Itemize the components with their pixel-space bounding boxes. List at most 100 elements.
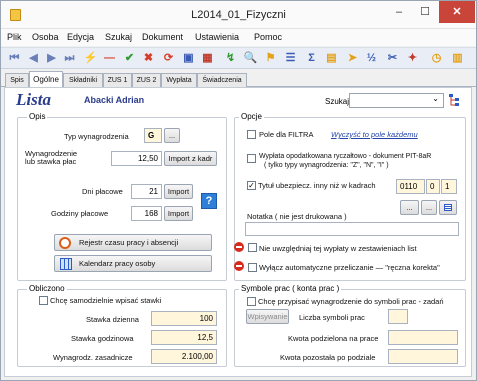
edit-icon[interactable]: ⚡	[83, 51, 98, 66]
menu-dokument[interactable]: Dokument	[142, 32, 183, 42]
delete-icon[interactable]: —	[102, 51, 117, 66]
wylacz-checkbox[interactable]	[248, 263, 257, 272]
first-record-icon[interactable]: ⏮	[7, 51, 22, 66]
tab-zus2[interactable]: ZUS 2	[132, 73, 161, 87]
typ-field[interactable]: G	[144, 128, 162, 143]
wylacz-label: Wyłącz automatyczne przeliczanie — "ręcz…	[259, 263, 440, 272]
ryczalt-label-1: Wypłata opodatkowana ryczałtowo - dokume…	[259, 153, 432, 160]
app-window: L2014_01_Fizyczni – ☐ ✕ Plik Osoba Edycj…	[0, 0, 477, 381]
kwota-podz-field[interactable]	[388, 330, 458, 345]
menu-bar: Plik Osoba Edycja Szukaj Dokument Ustawi…	[1, 29, 476, 46]
refresh-icon[interactable]: ⟳	[161, 51, 176, 66]
dni-label: Dni płacowe	[82, 187, 123, 196]
clock-icon[interactable]: ◷	[429, 51, 444, 66]
code-button-1[interactable]: ...	[400, 200, 419, 215]
import-kadr-button[interactable]: Import z kadr	[164, 151, 217, 166]
tytul-checkbox[interactable]: ✓	[247, 181, 256, 190]
search-icon[interactable]: 🔍	[243, 51, 258, 66]
menu-osoba[interactable]: Osoba	[32, 32, 59, 42]
help-icon[interactable]: ?	[201, 193, 217, 209]
rejestr-button[interactable]: Rejestr czasu pracy i absencji	[54, 234, 212, 251]
wyczysc-link[interactable]: Wyczyść to pole każdemu	[331, 130, 418, 139]
godz-label: Godziny płacowe	[51, 209, 109, 218]
tree-view-icon[interactable]	[448, 93, 460, 107]
code-list-button[interactable]	[439, 200, 457, 215]
save-icon[interactable]: ▣	[181, 51, 196, 66]
tab-swiadczenia[interactable]: Świadczenia	[197, 73, 247, 87]
code-field-2[interactable]: 0	[426, 179, 440, 194]
tytul-label: Tytuł ubezpiecz. inny niż w kadrach	[258, 181, 376, 190]
prev-record-icon[interactable]: ◀	[26, 51, 41, 66]
tab-strip: Spis Ogólne Składniki ZUS 1 ZUS 2 Wypłat…	[1, 70, 476, 88]
notatka-field[interactable]	[245, 222, 459, 236]
wpisywanie-button[interactable]: Wpisywanie	[246, 309, 289, 324]
clock-icon	[59, 237, 71, 249]
code-button-2[interactable]: ...	[421, 200, 437, 215]
list-icon[interactable]: ☰	[283, 51, 298, 66]
tools-icon[interactable]: ✂	[385, 51, 400, 66]
magic-icon[interactable]: ✦	[405, 51, 420, 66]
tab-skladniki[interactable]: Składniki	[63, 73, 103, 87]
maximize-button[interactable]: ☐	[412, 1, 438, 23]
wynagrodzenie-field[interactable]: 12,50	[111, 151, 162, 166]
wyn-label-2: lub stawka płac	[25, 157, 77, 166]
tab-spis[interactable]: Spis	[5, 73, 29, 87]
symbole-checkbox[interactable]	[247, 297, 256, 306]
code-field-3[interactable]: 1	[441, 179, 457, 194]
cancel-icon[interactable]: ✖	[141, 51, 156, 66]
wyn-zasad-field[interactable]: 2.100,00	[151, 349, 217, 364]
stawka-dzienna-label: Stawka dzienna	[86, 315, 139, 324]
stawka-dzienna-field[interactable]: 100	[151, 311, 217, 326]
rejestr-label: Rejestr czasu pracy i absencji	[79, 238, 179, 247]
filter-icon[interactable]: ⚑	[263, 51, 278, 66]
report-icon[interactable]: ▤	[324, 51, 339, 66]
opis-title: Opis	[27, 112, 48, 121]
grid-icon	[444, 204, 452, 211]
warning-icon-2	[234, 261, 244, 271]
exit-icon[interactable]: ▥	[450, 51, 465, 66]
kwota-podz-label: Kwota podzielona na prace	[288, 334, 379, 343]
minimize-button[interactable]: –	[386, 1, 412, 23]
tab-ogolne[interactable]: Ogólne	[29, 71, 63, 88]
title-bar: L2014_01_Fizyczni – ☐ ✕	[1, 1, 476, 29]
tag-icon[interactable]: ➤	[345, 51, 360, 66]
next-record-icon[interactable]: ▶	[44, 51, 59, 66]
stawka-godz-label: Stawka godzinowa	[71, 334, 134, 343]
kalendarz-button[interactable]: Kalendarz pracy osoby	[54, 255, 212, 272]
tab-wyplata[interactable]: Wypłata	[161, 73, 197, 87]
tab-zus1[interactable]: ZUS 1	[103, 73, 132, 87]
nie-uwzgl-checkbox[interactable]	[248, 243, 257, 252]
import-godz-button[interactable]: Import	[164, 206, 193, 221]
search-select[interactable]: ⌄	[349, 93, 444, 108]
kalendarz-label: Kalendarz pracy osoby	[79, 259, 156, 268]
last-record-icon[interactable]: ⏭	[62, 51, 77, 66]
checkmark-icon: ✓	[248, 181, 255, 190]
dni-field[interactable]: 21	[131, 184, 162, 199]
menu-ustawienia[interactable]: Ustawienia	[195, 32, 239, 42]
code-field-1[interactable]: 0110	[396, 179, 425, 194]
toolbar: ⏮ ◀ ▶ ⏭ ⚡ — ✔ ✖ ⟳ ▣ ▦ ↯ 🔍 ⚑ ☰ Σ ▤ ➤ ½ ✂ ✦ ◷ ▥	[1, 47, 476, 69]
typ-button[interactable]: ...	[164, 128, 180, 143]
menu-pomoc[interactable]: Pomoc	[254, 32, 282, 42]
menu-plik[interactable]: Plik	[7, 32, 22, 42]
godz-field[interactable]: 168	[131, 206, 162, 221]
kwota-poz-field[interactable]	[388, 349, 458, 364]
menu-edycja[interactable]: Edycja	[67, 32, 94, 42]
filtra-checkbox[interactable]	[247, 130, 256, 139]
fraction-icon[interactable]: ½	[364, 51, 379, 66]
close-button[interactable]: ✕	[439, 1, 475, 23]
stawka-godz-field[interactable]: 12,5	[151, 330, 217, 345]
menu-szukaj[interactable]: Szukaj	[105, 32, 132, 42]
liczba-field[interactable]	[388, 309, 408, 324]
confirm-icon[interactable]: ✔	[122, 51, 137, 66]
samodzielnie-label: Chcę samodzielnie wpisać stawki	[50, 296, 162, 305]
green-arrow-icon[interactable]: ↯	[223, 51, 238, 66]
typ-label: Typ wynagrodzenia	[64, 132, 129, 141]
sum-icon[interactable]: Σ	[304, 51, 319, 66]
import-dni-button[interactable]: Import	[164, 184, 193, 199]
person-name: Abacki Adrian	[84, 95, 145, 105]
samodzielnie-checkbox[interactable]	[39, 296, 48, 305]
table-icon[interactable]: ▦	[200, 51, 215, 66]
opcje-group	[234, 117, 466, 281]
ryczalt-checkbox[interactable]	[247, 154, 256, 163]
